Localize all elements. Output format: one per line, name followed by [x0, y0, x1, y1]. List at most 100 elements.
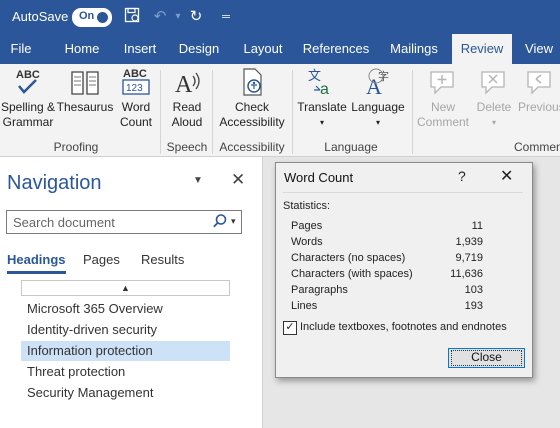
tab-design[interactable]: Design	[174, 34, 224, 64]
statistics-label: Statistics:	[283, 200, 331, 212]
stat-row-paragraphs: Paragraphs 103	[291, 284, 483, 300]
nav-tab-results[interactable]: Results	[141, 252, 184, 267]
svg-text:A: A	[175, 72, 193, 98]
group-label-proofing: Proofing	[53, 140, 99, 154]
word-count-label-1: Word	[121, 100, 151, 114]
search-document-input[interactable]	[11, 214, 205, 231]
tab-home[interactable]: Home	[56, 34, 108, 64]
customize-quick-access-icon[interactable]: ═︎	[216, 7, 236, 27]
svg-text:ABC: ABC	[16, 69, 40, 81]
delete-comment-button[interactable]: Delete ▾	[472, 66, 516, 130]
thesaurus-button[interactable]: Thesaurus	[56, 66, 114, 115]
check-accessibility-label-2: Accessibility	[219, 115, 285, 129]
undo-icon[interactable]: ↶	[150, 7, 170, 27]
translate-button[interactable]: 文a Translate ▾	[294, 66, 350, 130]
heading-item[interactable]: Microsoft 365 Overview	[21, 299, 230, 319]
check-accessibility-label-1: Check	[234, 100, 269, 114]
nav-tab-headings[interactable]: Headings	[7, 252, 66, 274]
previous-comment-button[interactable]: Previous	[516, 66, 560, 115]
search-dropdown-icon[interactable]: ▾	[231, 216, 236, 227]
heading-item-selected[interactable]: Information protection	[21, 341, 230, 361]
word-count-button[interactable]: ABC 123 Word Count	[114, 66, 158, 130]
undo-dropdown-icon[interactable]: ▾	[168, 7, 188, 27]
help-button[interactable]: ?	[458, 168, 466, 184]
tab-references[interactable]: References	[300, 34, 372, 64]
previous-label: Previous	[518, 100, 560, 114]
title-bar: AutoSave On ↶ ▾ ↻ ═︎	[0, 0, 560, 34]
group-separator	[412, 70, 413, 154]
stat-value: 9,719	[455, 252, 483, 264]
include-textboxes-checkbox[interactable]: ✓	[283, 321, 297, 335]
autosave-state: On	[79, 10, 95, 22]
group-label-comments: Commen	[514, 140, 560, 154]
tab-layout[interactable]: Layout	[236, 34, 290, 64]
close-button[interactable]: Close	[448, 348, 525, 368]
translate-label: Translate	[297, 100, 347, 114]
tab-insert[interactable]: Insert	[116, 34, 164, 64]
delete-label: Delete	[476, 100, 512, 114]
pane-options-chevron-icon[interactable]: ▼	[193, 175, 203, 186]
spelling-label-2: Grammar	[2, 115, 54, 129]
search-document-field[interactable]: ▾	[6, 210, 242, 234]
read-aloud-label-2: Aloud	[171, 115, 203, 129]
translate-dropdown-icon: ▾	[319, 118, 324, 127]
read-aloud-icon: A	[175, 72, 200, 98]
stat-row-words: Words 1,939	[291, 236, 483, 252]
stat-label: Lines	[291, 300, 318, 312]
stat-value: 11,636	[450, 268, 483, 280]
spelling-check-icon: ABC	[16, 69, 40, 94]
tab-mailings[interactable]: Mailings	[384, 34, 444, 64]
collapse-all-headings-icon[interactable]: ▲︎	[21, 280, 230, 296]
include-textboxes-label: Include textboxes, footnotes and endnote…	[300, 321, 507, 333]
stat-row-characters-no-spaces: Characters (no spaces) 9,719	[291, 252, 483, 268]
spelling-grammar-button[interactable]: ABC Spelling & Grammar	[0, 66, 56, 130]
new-comment-button[interactable]: New Comment	[414, 66, 472, 130]
stat-value: 11	[471, 220, 483, 232]
tab-view[interactable]: View	[518, 34, 560, 64]
tab-review[interactable]: Review	[452, 34, 512, 64]
check-accessibility-button[interactable]: Check Accessibility	[214, 66, 290, 130]
new-comment-icon	[430, 71, 454, 95]
svg-text:a: a	[320, 81, 329, 98]
heading-item[interactable]: Security Management	[21, 383, 230, 403]
group-label-speech: Speech	[166, 140, 208, 154]
group-label-accessibility: Accessibility	[219, 140, 285, 154]
delete-comment-icon	[481, 71, 505, 95]
group-separator	[292, 70, 293, 154]
heading-item[interactable]: Identity-driven security	[21, 320, 230, 340]
thesaurus-book-icon	[71, 71, 99, 95]
heading-item[interactable]: Threat protection	[21, 362, 230, 382]
stat-label: Paragraphs	[291, 284, 348, 296]
accessibility-icon	[243, 68, 262, 96]
save-icon[interactable]	[122, 7, 142, 27]
word-count-label-2: Count	[119, 115, 153, 129]
autosave-toggle[interactable]: On	[72, 8, 112, 27]
translate-icon: 文a	[308, 69, 329, 98]
language-button[interactable]: A字 Language ▾	[350, 66, 406, 130]
group-separator	[212, 70, 213, 154]
tab-file[interactable]: File	[0, 34, 42, 64]
stat-row-pages: Pages 11	[291, 220, 483, 236]
word-count-icon: ABC 123	[122, 68, 150, 95]
search-icon[interactable]	[212, 213, 228, 232]
stat-value: 1,939	[455, 236, 483, 248]
language-label: Language	[351, 100, 405, 114]
read-aloud-button[interactable]: A Read Aloud	[164, 66, 210, 130]
spelling-label-1: Spelling &	[0, 100, 56, 114]
nav-tab-pages[interactable]: Pages	[83, 252, 120, 267]
language-icon: A字	[366, 68, 389, 98]
close-pane-icon[interactable]: ✕	[231, 170, 245, 190]
toggle-knob	[97, 12, 108, 23]
stat-row-characters-with-spaces: Characters (with spaces) 11,636	[291, 268, 483, 284]
delete-dropdown-icon: ▾	[491, 118, 496, 127]
dialog-title: Word Count	[284, 170, 354, 185]
redo-icon[interactable]: ↻	[186, 7, 206, 27]
group-label-language: Language	[324, 140, 378, 154]
group-separator	[160, 70, 161, 154]
stat-row-lines: Lines 193	[291, 300, 483, 316]
stat-value: 193	[464, 300, 483, 312]
dialog-close-icon[interactable]: ✕	[500, 166, 513, 186]
focus-ring	[451, 350, 522, 366]
navigation-title: Navigation	[7, 172, 102, 194]
stat-label: Characters (with spaces)	[291, 268, 413, 280]
